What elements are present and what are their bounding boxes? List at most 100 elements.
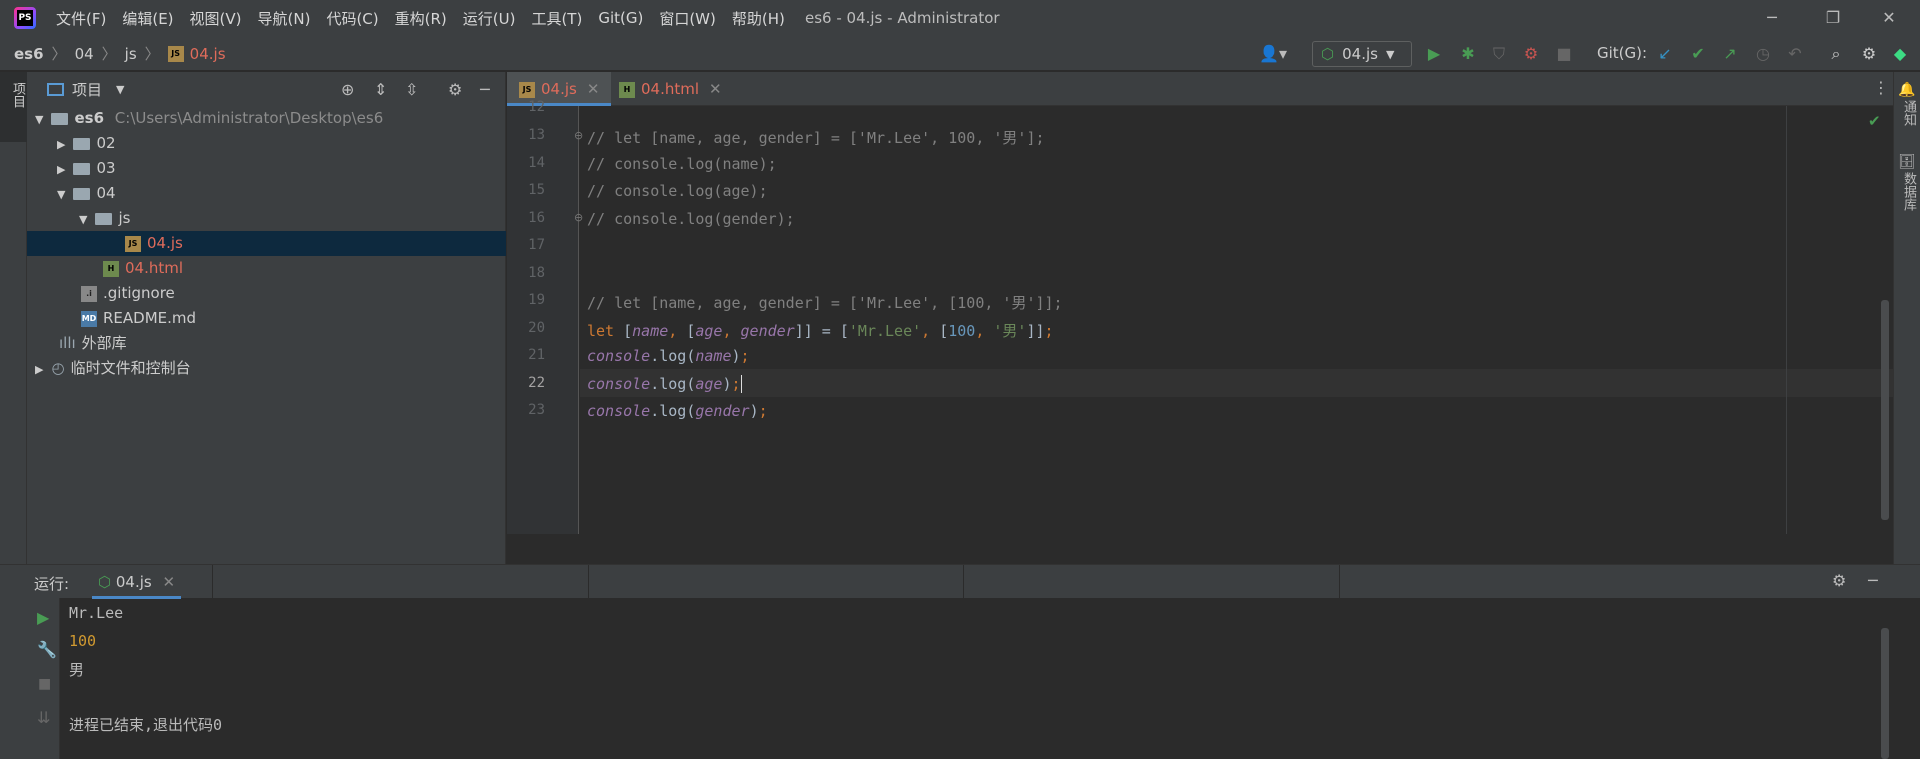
git-commit-icon[interactable]: ✔: [1688, 44, 1708, 64]
git-update-icon[interactable]: ↙: [1655, 44, 1675, 64]
right-margin-guide: [1786, 106, 1787, 534]
project-panel: 项目 ▼ ⊕ ⇕ ⇳ ⚙ ─ ▼ es6 C:\Users\Administrat…: [27, 72, 506, 564]
run-label: 运行:: [34, 575, 70, 593]
output-line: 男: [69, 661, 85, 679]
rerun-icon[interactable]: ▶: [37, 608, 49, 627]
rollback-icon[interactable]: ↶: [1785, 44, 1805, 64]
breadcrumb-es6[interactable]: es6: [14, 45, 44, 63]
line-number: 20: [528, 320, 545, 336]
tab-04html[interactable]: H 04.html ✕: [607, 72, 734, 106]
line-number: 21: [528, 347, 545, 363]
tree-item-readme[interactable]: MD README.md: [27, 306, 506, 331]
menu-navigate[interactable]: 导航(N): [250, 8, 319, 29]
line-number: 17: [528, 237, 545, 253]
node-icon: ⬡: [98, 573, 112, 591]
line-number: 15: [528, 182, 545, 198]
tree-item-02[interactable]: ▶ 02: [27, 131, 506, 156]
toolbox-icon[interactable]: ◆: [1890, 44, 1910, 64]
code-line: // console.log(gender);: [587, 210, 795, 228]
scroll-to-end-icon[interactable]: ⇊: [37, 708, 50, 727]
locate-icon[interactable]: ⊕: [341, 80, 354, 99]
more-icon[interactable]: ⋮: [1873, 78, 1889, 97]
hide-icon[interactable]: ─: [480, 80, 490, 99]
no-problems-icon[interactable]: ✔: [1868, 112, 1881, 130]
user-icon[interactable]: 👤▾: [1256, 44, 1290, 64]
run-icon[interactable]: ▶: [1424, 44, 1444, 64]
line-number: 14: [528, 155, 545, 171]
tree-item-js[interactable]: ▼ js: [27, 206, 506, 231]
chevron-down-icon[interactable]: ▼: [116, 83, 124, 96]
tree-item-external-libs[interactable]: ıllı 外部库: [27, 331, 506, 356]
tree-item-gitignore[interactable]: .i .gitignore: [27, 281, 506, 306]
line-number: 19: [528, 292, 545, 308]
menu-edit[interactable]: 编辑(E): [114, 8, 181, 29]
code-line: console.log(gender);: [587, 402, 768, 420]
debug-icon[interactable]: ✱: [1458, 44, 1478, 64]
notifications-tab[interactable]: 通知: [1899, 100, 1918, 126]
breadcrumb-file[interactable]: 04.js: [190, 45, 226, 63]
breadcrumb-js[interactable]: js: [125, 45, 137, 63]
editor-scrollbar[interactable]: [1881, 300, 1889, 520]
wrench-icon[interactable]: 🔧: [37, 640, 57, 659]
scratch-icon: ◴: [51, 359, 65, 377]
menu-git[interactable]: Git(G): [590, 9, 651, 27]
database-icon[interactable]: 🗄: [1898, 154, 1916, 170]
minimize-icon[interactable]: ─: [1745, 0, 1799, 36]
menu-run[interactable]: 运行(U): [455, 8, 524, 29]
project-header: 项目 ▼: [27, 72, 506, 106]
settings-icon[interactable]: ⚙: [1859, 44, 1879, 64]
tree-item-04[interactable]: ▼ 04: [27, 181, 506, 206]
output-scrollbar[interactable]: [1881, 628, 1889, 759]
history-icon[interactable]: ◷: [1753, 44, 1773, 64]
fold-icon[interactable]: ⊖: [574, 129, 583, 142]
menu-code[interactable]: 代码(C): [318, 8, 386, 29]
menu-file[interactable]: 文件(F): [48, 8, 114, 29]
line-number: 13: [528, 127, 545, 143]
chevron-down-icon: ▼: [1385, 47, 1395, 61]
collapse-all-icon[interactable]: ⇳: [405, 80, 418, 99]
restore-icon[interactable]: ❐: [1806, 0, 1860, 36]
tree-item-03[interactable]: ▶ 03: [27, 156, 506, 181]
gear-icon[interactable]: ⚙: [1832, 571, 1846, 590]
project-tool-tab[interactable]: 项目: [0, 72, 27, 142]
menu-view[interactable]: 视图(V): [182, 8, 250, 29]
stop-icon[interactable]: ■: [1554, 44, 1574, 64]
run-config-select[interactable]: ⬡ 04.js ▼: [1312, 41, 1412, 67]
profile-icon[interactable]: ⚙: [1521, 44, 1541, 64]
breadcrumb-04[interactable]: 04: [75, 45, 94, 63]
run-toolbar: ▶ 🔧 ■ ⇊: [0, 598, 60, 759]
menu-window[interactable]: 窗口(W): [651, 8, 724, 29]
run-config-label: 04.js: [1342, 45, 1378, 63]
breadcrumb: es6 〉 04 〉 js 〉 JS 04.js: [14, 44, 226, 64]
menu-refactor[interactable]: 重构(R): [387, 8, 455, 29]
bell-icon[interactable]: 🔔: [1898, 82, 1915, 98]
stop-icon[interactable]: ■: [38, 676, 51, 692]
tab-close-icon[interactable]: ✕: [709, 80, 722, 98]
tree-item-scratches[interactable]: ▶ ◴ 临时文件和控制台: [27, 356, 506, 381]
hide-icon[interactable]: ─: [1868, 571, 1878, 590]
tree-item-04html[interactable]: H 04.html: [27, 256, 506, 281]
tab-close-icon[interactable]: ✕: [163, 573, 176, 591]
menu-help[interactable]: 帮助(H): [724, 8, 793, 29]
coverage-icon[interactable]: ⛉: [1489, 44, 1509, 64]
phpstorm-logo-icon[interactable]: PS: [14, 7, 36, 29]
project-title[interactable]: 项目: [72, 79, 102, 100]
tree-item-04js[interactable]: JS 04.js: [27, 231, 506, 256]
js-file-icon: JS: [167, 45, 184, 62]
database-tab[interactable]: 数据库: [1899, 172, 1918, 211]
gear-icon[interactable]: ⚙: [448, 80, 462, 99]
code-line: // let [name, age, gender] = ['Mr.Lee', …: [587, 294, 1063, 312]
fold-icon[interactable]: ⊖: [574, 211, 583, 224]
expand-all-icon[interactable]: ⇕: [374, 80, 387, 99]
current-line-highlight: [580, 369, 1893, 397]
code-line: // console.log(name);: [587, 155, 777, 173]
run-tab-04js[interactable]: ⬡ 04.js ✕: [92, 565, 182, 599]
tab-close-icon[interactable]: ✕: [587, 80, 600, 98]
code-line: // let [name, age, gender] = ['Mr.Lee', …: [587, 129, 1045, 147]
search-icon[interactable]: ⌕: [1826, 44, 1846, 64]
tree-root[interactable]: ▼ es6 C:\Users\Administrator\Desktop\es6: [27, 106, 506, 131]
git-push-icon[interactable]: ↗: [1720, 44, 1740, 64]
menu-tools[interactable]: 工具(T): [523, 8, 590, 29]
close-icon[interactable]: ✕: [1862, 0, 1916, 36]
window-title: es6 - 04.js - Administrator: [805, 9, 1000, 27]
